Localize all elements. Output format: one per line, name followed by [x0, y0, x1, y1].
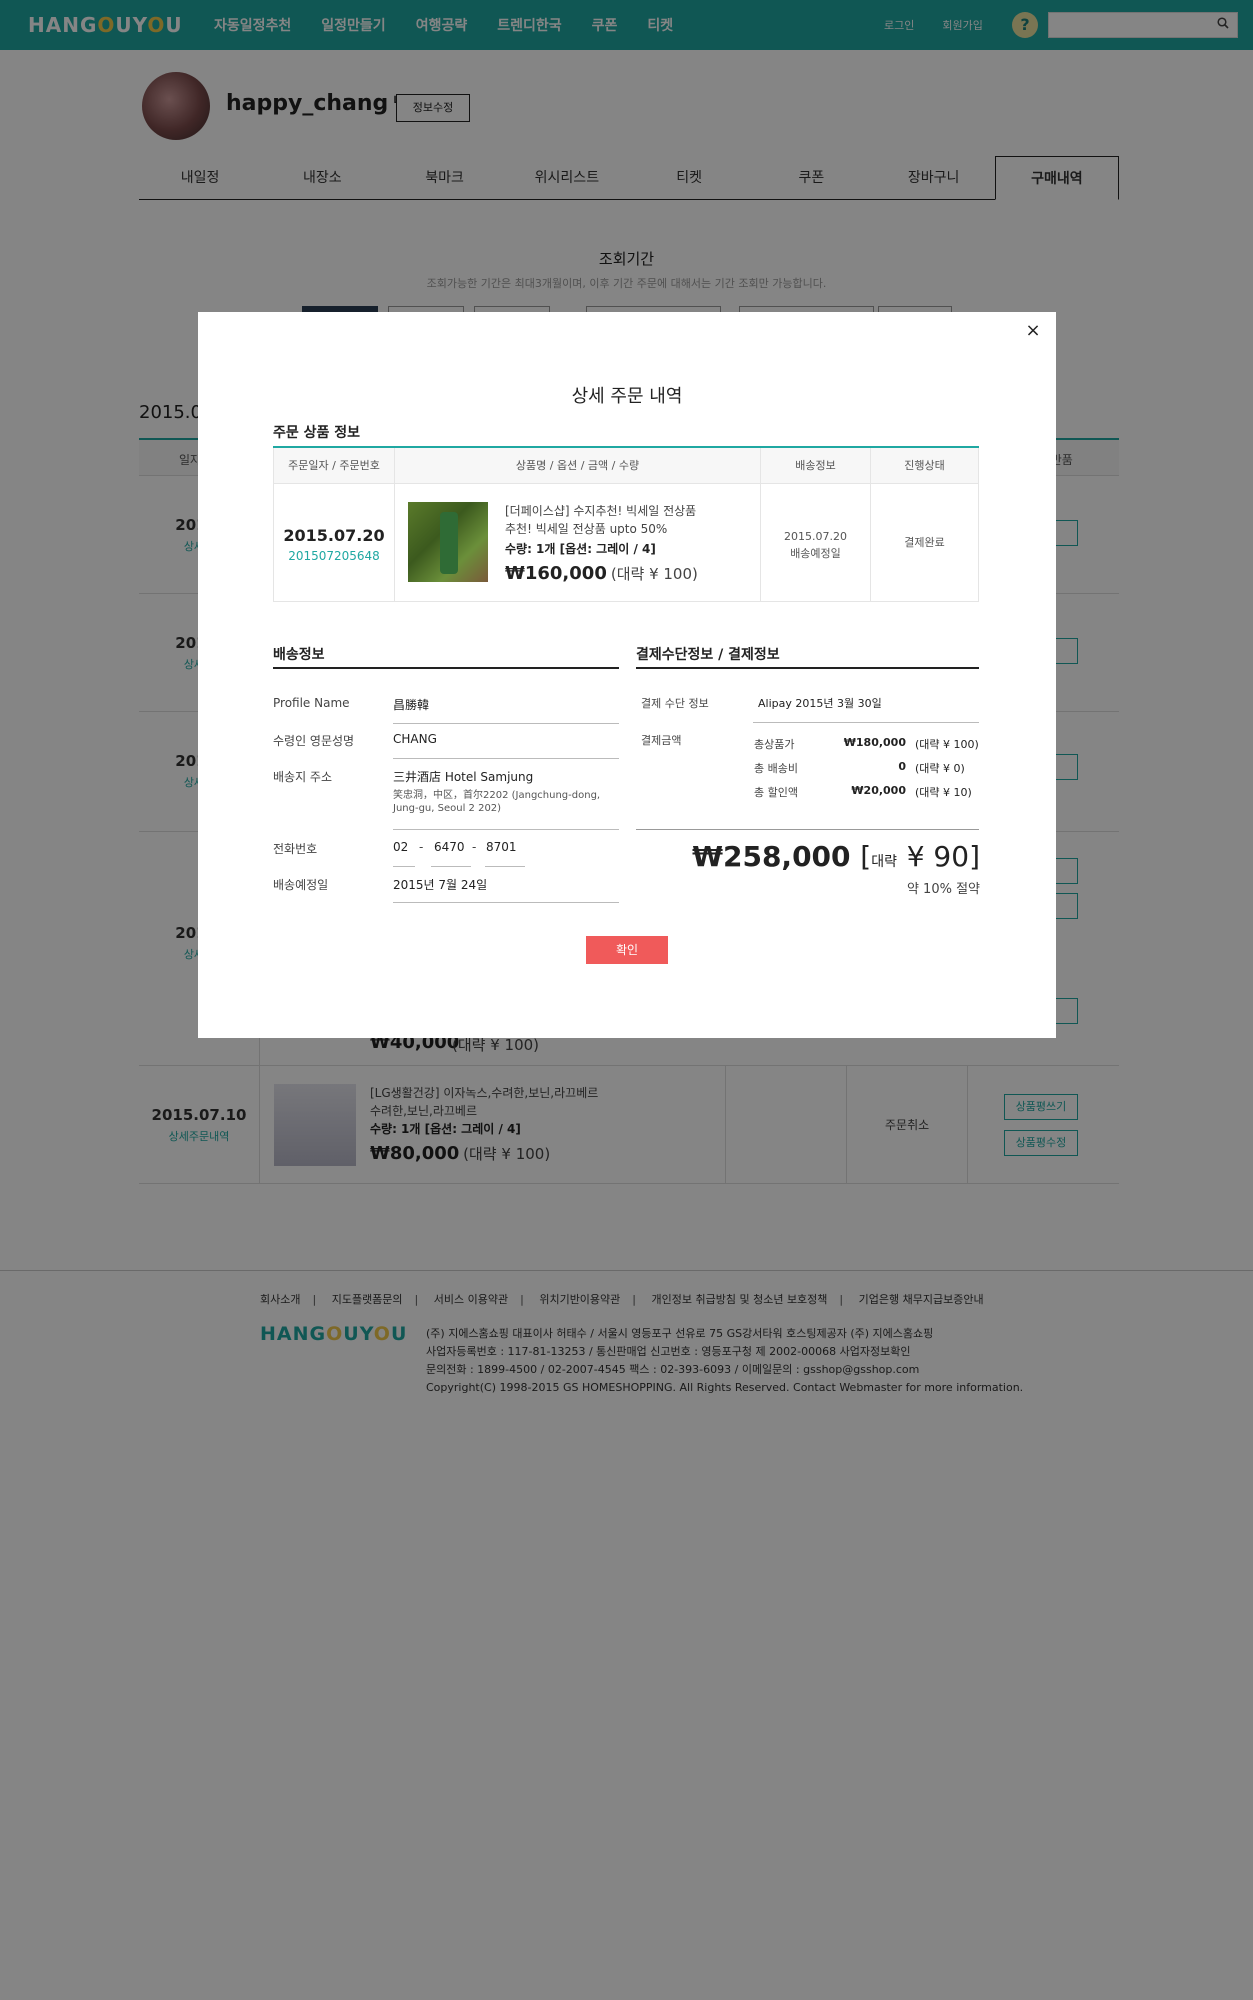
saving-text: 약 10% 절약	[906, 882, 980, 897]
field-underline	[485, 866, 525, 867]
profile-name-label: Profile Name	[273, 696, 350, 710]
product-thumbnail[interactable]	[408, 502, 488, 582]
field-underline	[393, 723, 619, 724]
delivery-date-value: 2015년 7월 24일	[393, 878, 488, 892]
field-underline	[393, 829, 619, 830]
confirm-button[interactable]: 확인	[586, 936, 668, 964]
product-info: [더페이스샵] 수지추천! 빅세일 전상품 추천! 빅세일 전상품 upto 5…	[505, 502, 755, 584]
recipient-name-value: CHANG	[393, 732, 437, 746]
field-underline	[431, 866, 471, 867]
discount-value: ₩20,000	[851, 784, 906, 797]
order-table: 주문일자 / 주문번호 상품명 / 옵션 / 금액 / 수량 배송정보 진행상태…	[273, 446, 979, 602]
order-date: 2015.07.20	[283, 526, 385, 545]
recipient-name-label: 수령인 영문성명	[273, 734, 355, 748]
product-qty-option: 수량: 1개 [옵션: 그레이 / 4]	[505, 542, 656, 556]
total-approx-prefix: 대략	[871, 854, 897, 870]
discount-label: 총 할인액	[754, 786, 798, 799]
payment-method-value: Alipay 2015년 3월 30일	[758, 697, 882, 710]
total-amount: ₩258,000 [대략 ¥ 90]	[692, 840, 980, 873]
phone-part-1: 02	[393, 840, 409, 854]
profile-name-value: 昌勝韓	[393, 698, 430, 712]
order-date-cell: 2015.07.20 201507205648	[273, 484, 395, 601]
bracket-open: [	[860, 840, 872, 873]
product-name-2: 추천! 빅세일 전상품 upto 50%	[505, 522, 668, 536]
status-cell: 결제완료	[871, 484, 979, 601]
shipping-cell: 2015.07.20 배송예정일	[761, 484, 871, 601]
order-table-header: 주문일자 / 주문번호 상품명 / 옵션 / 금액 / 수량 배송정보 진행상태	[273, 448, 979, 484]
product-price: ₩160,000	[505, 563, 607, 584]
bracket-close: ]	[969, 840, 980, 873]
total-amount-value: ₩258,000	[692, 840, 851, 873]
phone-dash: -	[472, 840, 477, 854]
total-product-approx: (대략 ¥ 100)	[915, 738, 979, 751]
section-divider	[273, 667, 619, 669]
order-section-title: 주문 상품 정보	[273, 425, 361, 441]
shipping-fee-approx: (대략 ¥ 0)	[915, 762, 965, 775]
col-order-date-number: 주문일자 / 주문번호	[273, 448, 395, 483]
total-approx-value: ¥ 90	[906, 840, 970, 873]
shipping-fee-value: 0	[898, 760, 906, 773]
ship-date: 2015.07.20	[784, 530, 847, 543]
col-shipping: 배송정보	[761, 448, 871, 483]
product-bottle-image	[440, 512, 458, 574]
product-name[interactable]: [더페이스샵] 수지추천! 빅세일 전상품	[505, 502, 755, 520]
payment-divider	[636, 829, 979, 830]
order-number-link[interactable]: 201507205648	[274, 549, 394, 563]
field-underline	[393, 758, 619, 759]
address-label: 배송지 주소	[273, 770, 333, 784]
col-product: 상품명 / 옵션 / 금액 / 수량	[395, 448, 761, 483]
payment-amount-label: 결제금액	[641, 734, 682, 747]
phone-part-3: 8701	[486, 840, 517, 854]
col-status: 진행상태	[871, 448, 979, 483]
phone-dash: -	[419, 840, 424, 854]
product-cell: [더페이스샵] 수지추천! 빅세일 전상품 추천! 빅세일 전상품 upto 5…	[395, 484, 761, 601]
shipping-section-title: 배송정보	[273, 647, 325, 663]
order-table-row: 2015.07.20 201507205648 [더페이스샵] 수지추천! 빅세…	[273, 484, 979, 602]
field-underline	[753, 722, 979, 723]
address-value: 三井酒店 Hotel Samjung	[393, 770, 534, 784]
delivery-date-label: 배송예정일	[273, 878, 329, 892]
discount-approx: (대략 ¥ 10)	[915, 786, 972, 799]
ship-note: 배송예정일	[790, 547, 841, 560]
close-icon[interactable]: ×	[1022, 320, 1044, 341]
payment-section-title: 결제수단정보 / 결제정보	[636, 647, 780, 663]
section-divider	[636, 667, 979, 669]
shipping-fee-label: 총 배송비	[754, 762, 798, 775]
field-underline	[393, 902, 619, 903]
modal-title: 상세 주문 내역	[571, 386, 683, 407]
total-product-value: ₩180,000	[843, 736, 906, 749]
product-price-approx: (대략 ¥ 100)	[610, 565, 698, 583]
payment-method-label: 결제 수단 정보	[641, 697, 709, 710]
address-detail: 笑忠洞，中区，首尔2202 (Jangchung-dong, Jung-gu, …	[393, 790, 601, 814]
phone-part-2: 6470	[434, 840, 465, 854]
product-price-line: ₩160,000 (대략 ¥ 100)	[505, 563, 755, 584]
field-underline	[393, 866, 415, 867]
phone-label: 전화번호	[273, 842, 318, 856]
order-detail-modal: × 상세 주문 내역 주문 상품 정보 주문일자 / 주문번호 상품명 / 옵션…	[198, 312, 1056, 1038]
total-product-label: 총상품가	[754, 738, 795, 751]
